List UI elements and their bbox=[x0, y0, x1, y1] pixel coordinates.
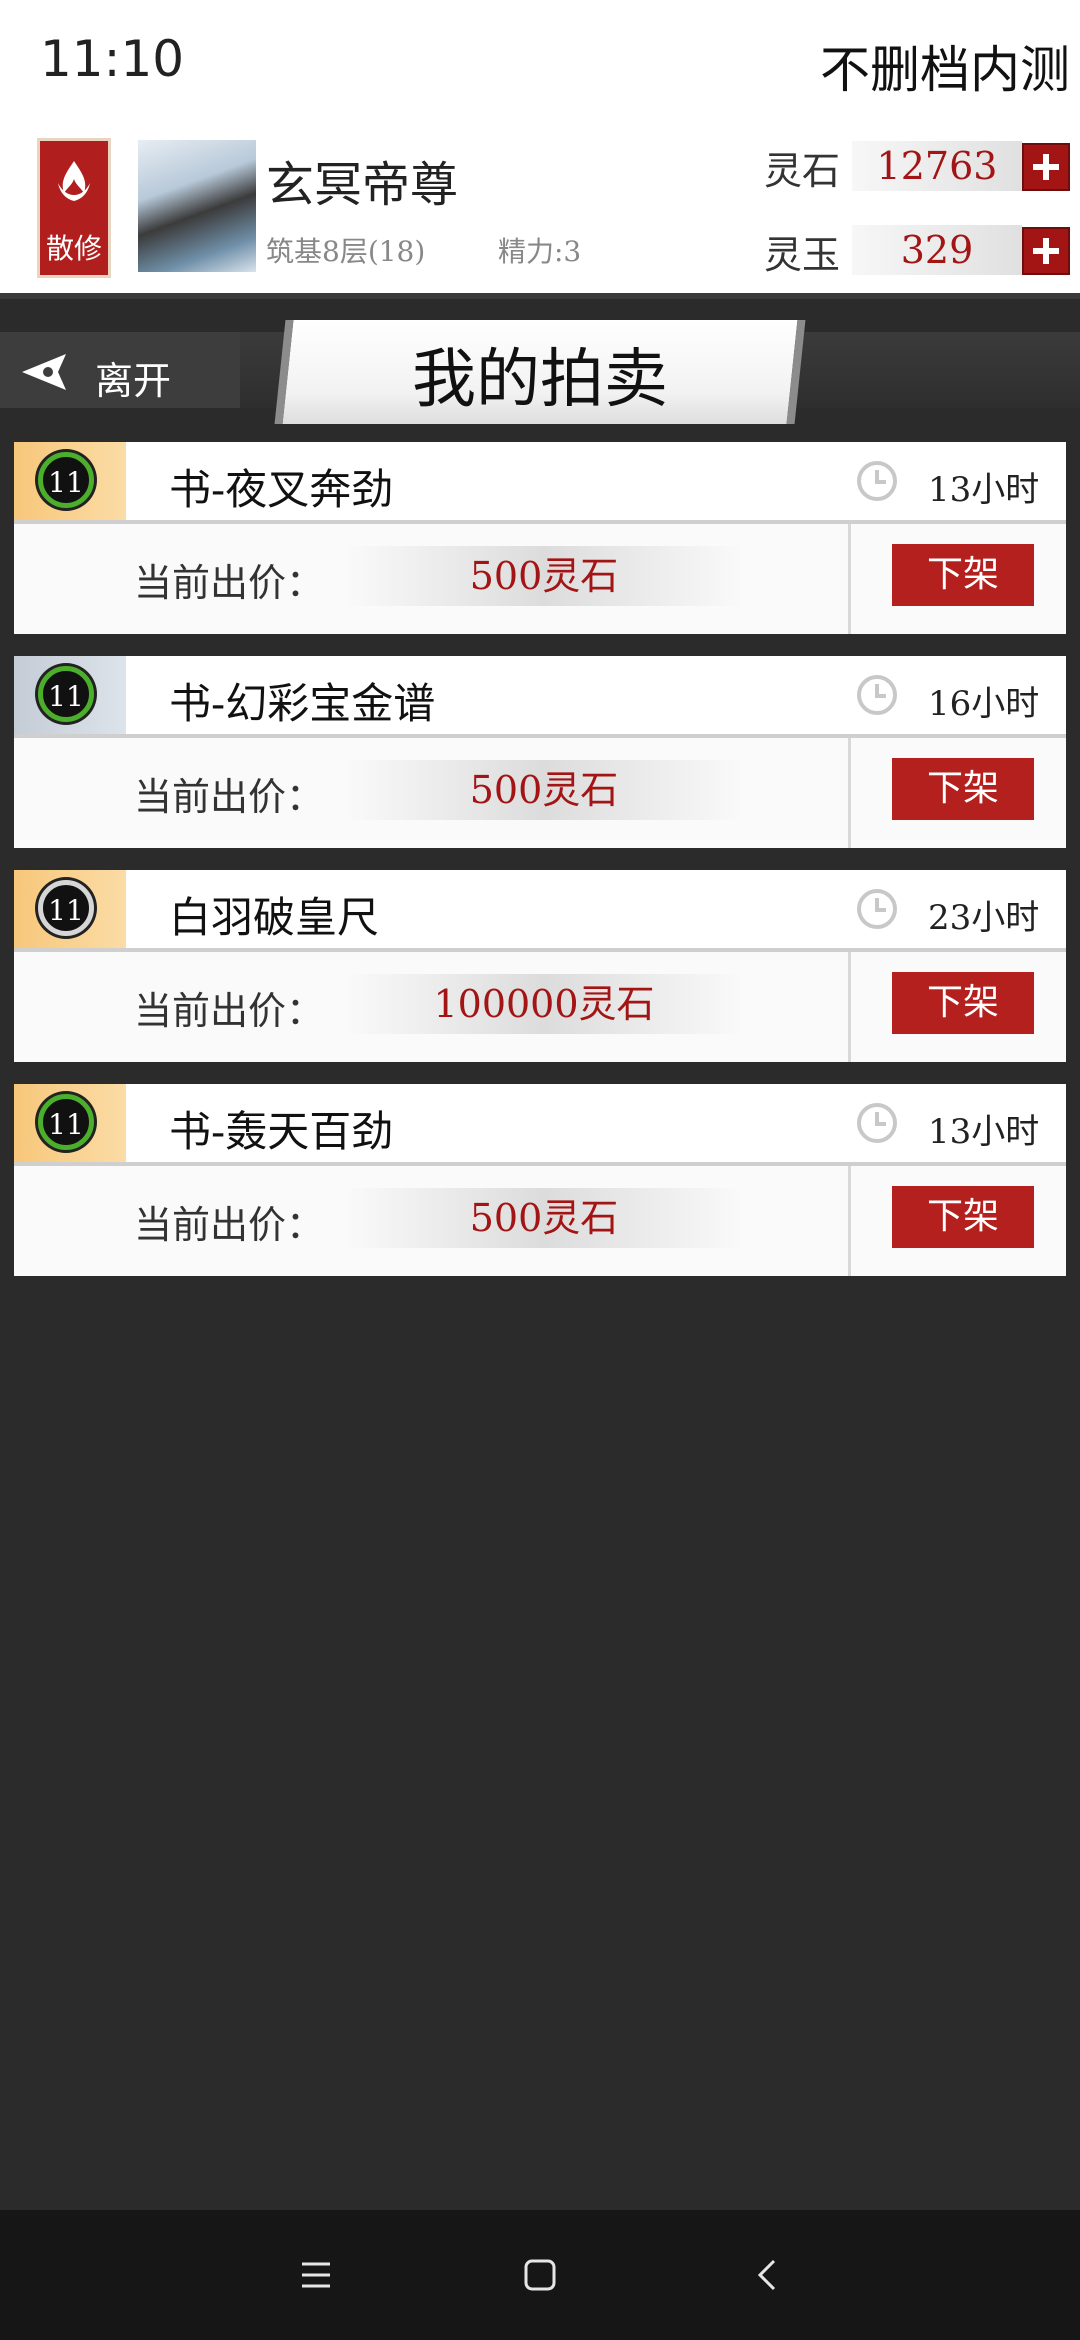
time-remaining: 13小时 bbox=[928, 470, 1040, 510]
title-bar: 离开 我的拍卖 bbox=[0, 320, 1080, 424]
auction-item-header: 11 书-夜叉奔劲 13小时 bbox=[14, 442, 1066, 524]
menu-icon[interactable] bbox=[296, 2255, 336, 2295]
leave-button[interactable]: 离开 bbox=[0, 332, 240, 408]
time-remaining: 13小时 bbox=[928, 1112, 1040, 1152]
divider bbox=[848, 1166, 851, 1276]
delist-button[interactable]: 下架 bbox=[892, 758, 1034, 820]
clock-icon bbox=[857, 889, 897, 929]
leave-arrow-icon bbox=[22, 354, 66, 390]
test-build-label: 不删档内测 bbox=[820, 41, 1070, 99]
sect-emblem-icon bbox=[58, 161, 90, 201]
spirit-stone-label: 灵石 bbox=[764, 149, 841, 193]
item-level-badge: 11 bbox=[38, 880, 94, 936]
item-level-badge: 11 bbox=[38, 666, 94, 722]
leave-label: 离开 bbox=[95, 359, 172, 403]
divider bbox=[848, 524, 851, 634]
current-bid-label: 当前出价： bbox=[134, 989, 325, 1033]
auction-item-header: 11 白羽破皇尺 23小时 bbox=[14, 870, 1066, 952]
current-bid-value: 500灵石 bbox=[344, 1188, 744, 1248]
auction-item: 11 书-幻彩宝金谱 16小时 当前出价： 500灵石 下架 bbox=[14, 656, 1066, 848]
back-icon[interactable] bbox=[748, 2255, 788, 2295]
current-bid-label: 当前出价： bbox=[134, 561, 325, 605]
divider bbox=[848, 738, 851, 848]
item-level-badge: 11 bbox=[38, 1094, 94, 1150]
status-bar: 11:10 不删档内测 bbox=[0, 0, 1080, 125]
current-bid-value: 500灵石 bbox=[344, 760, 744, 820]
spirit-jade-label: 灵玉 bbox=[764, 233, 841, 277]
player-header: 散修 玄冥帝尊 筑基8层(18) 精力:3 灵石 12763 灵玉 329 bbox=[0, 125, 1080, 299]
auction-item-body: 当前出价： 500灵石 下架 bbox=[14, 1166, 1066, 1276]
auction-item-header: 11 书-轰天百劲 13小时 bbox=[14, 1084, 1066, 1166]
delist-button[interactable]: 下架 bbox=[892, 1186, 1034, 1248]
auction-item-body: 当前出价： 100000灵石 下架 bbox=[14, 952, 1066, 1062]
current-bid-label: 当前出价： bbox=[134, 1203, 325, 1247]
auction-item-header: 11 书-幻彩宝金谱 16小时 bbox=[14, 656, 1066, 738]
current-bid-label: 当前出价： bbox=[134, 775, 325, 819]
item-name: 书-轰天百劲 bbox=[169, 1107, 394, 1156]
delist-button[interactable]: 下架 bbox=[892, 544, 1034, 606]
sect-label: 散修 bbox=[45, 232, 102, 265]
clock-icon bbox=[857, 675, 897, 715]
system-nav-bar bbox=[0, 2210, 1080, 2340]
home-icon[interactable] bbox=[520, 2255, 560, 2295]
add-spirit-stone-button[interactable] bbox=[1022, 143, 1070, 191]
energy-value: 精力:3 bbox=[498, 235, 582, 268]
clock-icon bbox=[857, 1103, 897, 1143]
sect-badge[interactable]: 散修 bbox=[37, 138, 111, 278]
item-level-badge: 11 bbox=[38, 452, 94, 508]
current-bid-value: 500灵石 bbox=[344, 546, 744, 606]
status-time: 11:10 bbox=[40, 30, 185, 88]
page-title: 我的拍卖 bbox=[412, 343, 668, 417]
auction-item-body: 当前出价： 500灵石 下架 bbox=[14, 738, 1066, 848]
auction-item: 11 书-夜叉奔劲 13小时 当前出价： 500灵石 下架 bbox=[14, 442, 1066, 634]
item-name: 书-夜叉奔劲 bbox=[169, 465, 394, 514]
item-name: 书-幻彩宝金谱 bbox=[169, 679, 436, 728]
auction-item: 11 白羽破皇尺 23小时 当前出价： 100000灵石 下架 bbox=[14, 870, 1066, 1062]
spirit-jade-value: 329 bbox=[852, 225, 1022, 275]
time-remaining: 16小时 bbox=[928, 684, 1040, 724]
avatar[interactable] bbox=[138, 140, 256, 272]
spirit-stone-value: 12763 bbox=[852, 141, 1022, 191]
divider bbox=[848, 952, 851, 1062]
time-remaining: 23小时 bbox=[928, 898, 1040, 938]
auction-item-body: 当前出价： 500灵石 下架 bbox=[14, 524, 1066, 634]
delist-button[interactable]: 下架 bbox=[892, 972, 1034, 1034]
item-name: 白羽破皇尺 bbox=[169, 893, 380, 942]
auction-item: 11 书-轰天百劲 13小时 当前出价： 500灵石 下架 bbox=[14, 1084, 1066, 1276]
add-spirit-jade-button[interactable] bbox=[1022, 227, 1070, 275]
current-bid-value: 100000灵石 bbox=[344, 974, 744, 1034]
clock-icon bbox=[857, 461, 897, 501]
cultivation-realm: 筑基8层(18) bbox=[266, 235, 426, 268]
player-name: 玄冥帝尊 bbox=[266, 157, 459, 213]
